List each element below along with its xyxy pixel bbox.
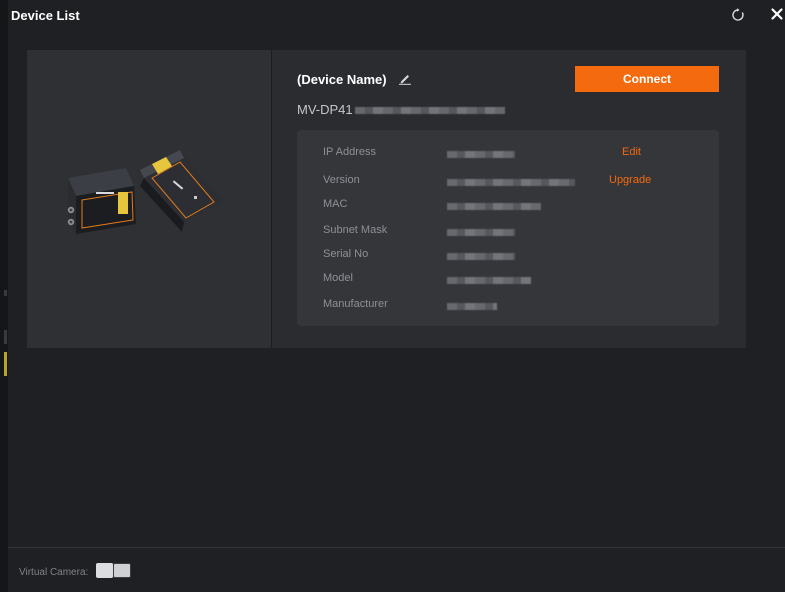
device-model-prefix: MV-DP41	[297, 102, 353, 117]
redacted-subnet-value	[447, 229, 515, 236]
device-card[interactable]: (Device Name) MV-DP41 Connect IP Address…	[27, 50, 746, 348]
info-label: MAC	[323, 198, 348, 210]
info-label: Version	[323, 174, 360, 186]
edge-marker	[4, 290, 7, 296]
device-image-pane	[27, 50, 271, 348]
redacted-serial-value	[447, 253, 515, 260]
redacted-manufacturer-value	[447, 303, 497, 310]
redacted-ip-value	[447, 151, 515, 158]
edit-ip-link[interactable]: Edit	[622, 146, 641, 158]
left-edge-strip	[0, 0, 8, 592]
toggle-track-end	[114, 564, 130, 577]
title-bar: Device List	[8, 0, 785, 30]
info-row-manufacturer: Manufacturer	[323, 298, 703, 314]
info-row-model: Model	[323, 272, 703, 288]
info-row-mac: MAC	[323, 198, 703, 214]
upgrade-link[interactable]: Upgrade	[609, 174, 651, 186]
redacted-model-suffix	[354, 107, 505, 115]
info-label: Serial No	[323, 248, 369, 260]
info-label: Manufacturer	[323, 298, 388, 310]
redacted-version-value	[447, 179, 575, 186]
device-info-panel: IP Address Edit Version Upgrade MAC Subn…	[297, 130, 719, 326]
virtual-camera-toggle[interactable]	[96, 563, 131, 578]
toggle-knob	[96, 563, 113, 578]
info-label: Model	[323, 272, 353, 284]
pencil-icon	[399, 75, 411, 85]
info-row-ip-address: IP Address Edit	[323, 146, 703, 162]
device-list-window: Device List (Device Name) MV-DP41 Connec…	[0, 0, 785, 592]
close-icon	[771, 8, 783, 20]
device-model-line: MV-DP41	[297, 102, 505, 117]
info-row-serial-no: Serial No	[323, 248, 703, 264]
close-button[interactable]	[769, 6, 785, 22]
camera-device-image	[67, 150, 224, 234]
info-label: IP Address	[323, 146, 376, 158]
window-title: Device List	[11, 8, 80, 23]
edge-marker-active	[4, 352, 7, 376]
info-row-subnet-mask: Subnet Mask	[323, 224, 703, 240]
info-label: Subnet Mask	[323, 224, 388, 236]
edge-marker	[4, 330, 7, 344]
info-row-version: Version Upgrade	[323, 174, 703, 190]
redacted-mac-value	[447, 203, 541, 210]
refresh-icon	[732, 8, 744, 21]
card-divider	[271, 50, 272, 348]
connect-button[interactable]: Connect	[575, 66, 719, 92]
redacted-model-value	[447, 277, 531, 284]
edit-device-name-button[interactable]	[398, 71, 412, 85]
refresh-button[interactable]	[730, 7, 746, 23]
footer-divider	[8, 547, 785, 548]
device-name: (Device Name)	[297, 72, 387, 87]
virtual-camera-label: Virtual Camera:	[19, 567, 89, 578]
